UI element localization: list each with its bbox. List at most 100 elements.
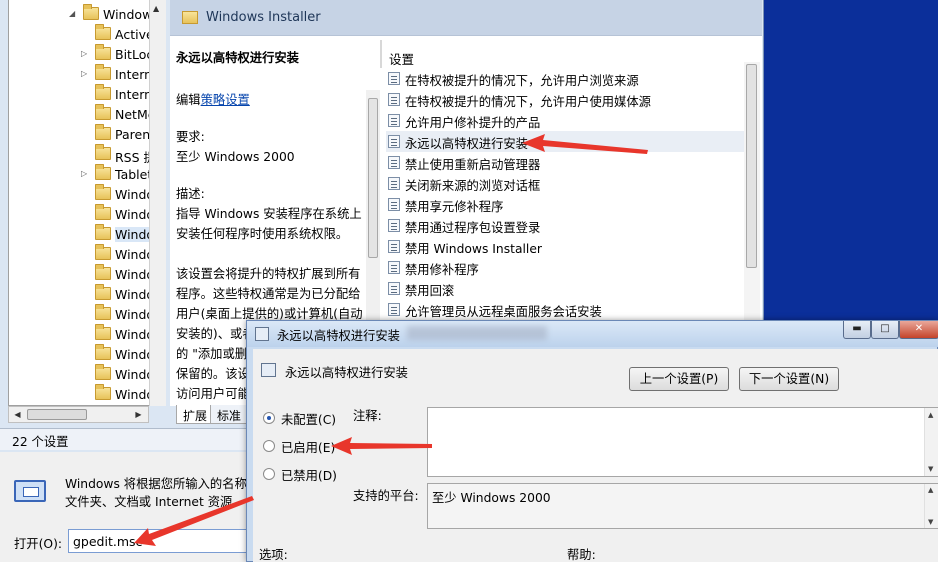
folder-icon <box>95 144 111 160</box>
open-input[interactable]: gpedit.msc <box>68 529 268 553</box>
policy-setting-icon <box>388 114 400 127</box>
next-setting-button[interactable]: 下一个设置(N) <box>739 367 839 391</box>
scroll-thumb[interactable] <box>746 64 757 268</box>
tree-item[interactable]: RSS 提要 <box>9 144 165 165</box>
scroll-up-icon[interactable]: ▲ <box>928 486 933 494</box>
tree-item[interactable]: Windows <box>9 284 165 304</box>
policy-setting-row[interactable]: 允许管理员从远程桌面服务会话安装 <box>386 299 746 320</box>
dialog-titlebar[interactable]: 永远以高特权进行安装 ▬ □ ✕ <box>247 321 938 347</box>
tree-item[interactable]: Parental <box>9 124 165 144</box>
tab-standard[interactable]: 标准 <box>210 405 249 424</box>
tree-item[interactable]: Windows <box>9 264 165 284</box>
open-label: 打开(O): <box>14 537 63 551</box>
run-description-line-1: Windows 将根据您所输入的名称 <box>65 477 247 491</box>
radio-enabled[interactable]: 已启用(E) <box>263 437 383 455</box>
policy-setting-row[interactable]: 禁用通过程序包设置登录 <box>386 215 746 236</box>
tree-item[interactable]: ◢ Windows <box>9 4 165 24</box>
policy-setting-row[interactable]: 禁用享元修补程序 <box>386 194 746 215</box>
policy-tree[interactable]: ◢WindowsActiveX▷BitLocker▷InternetIntern… <box>8 0 166 406</box>
collapse-icon[interactable]: ◢ <box>69 9 78 18</box>
policy-setting-row[interactable]: 在特权被提升的情况下，允许用户使用媒体源 <box>386 89 746 110</box>
tree-item[interactable]: Windows <box>9 324 165 344</box>
tree-item[interactable]: ▷BitLocker <box>9 44 165 64</box>
expand-icon[interactable]: ▷ <box>81 169 90 178</box>
tree-vertical-scrollbar[interactable]: ▲ <box>149 0 166 406</box>
comment-scrollbar[interactable]: ▲ ▼ <box>924 408 938 476</box>
folder-icon <box>95 204 111 220</box>
expand-icon[interactable]: ▷ <box>81 69 90 78</box>
scroll-down-icon[interactable]: ▼ <box>928 465 933 473</box>
policy-setting-row[interactable]: 禁用修补程序 <box>386 257 746 278</box>
tree-item[interactable]: Windows <box>9 384 165 404</box>
dialog-window-title: 永远以高特权进行安装 <box>277 329 400 343</box>
tree-item[interactable]: Windows <box>9 364 165 384</box>
folder-icon <box>95 84 111 100</box>
policy-setting-icon <box>388 177 400 190</box>
tree-item[interactable]: Windows <box>9 344 165 364</box>
scroll-thumb[interactable] <box>368 98 378 258</box>
folder-icon <box>182 11 198 24</box>
description-line: 访问用户可能 <box>176 387 250 401</box>
folder-icon <box>95 304 111 320</box>
scroll-up-icon[interactable]: ▲ <box>153 4 159 13</box>
close-button[interactable]: ✕ <box>899 321 938 339</box>
folder-icon <box>95 384 111 400</box>
policy-setting-row[interactable]: 关闭新来源的浏览对话框 <box>386 173 746 194</box>
scroll-right-icon[interactable]: ▶ <box>131 408 146 421</box>
tree-item[interactable]: Windows <box>9 224 165 244</box>
policy-setting-dialog: 永远以高特权进行安装 ▬ □ ✕ 永远以高特权进行安装 上一个设置(P) 下一个… <box>246 320 938 562</box>
tree-item[interactable]: Windows <box>9 304 165 324</box>
maximize-button[interactable]: □ <box>871 321 899 339</box>
tree-horizontal-scrollbar[interactable]: ◀ ▶ <box>8 406 149 423</box>
policy-setting-row[interactable]: 永远以高特权进行安装 <box>386 131 746 152</box>
expand-icon[interactable]: ▷ <box>81 49 90 58</box>
policy-setting-icon <box>388 198 400 211</box>
folder-icon <box>95 164 111 180</box>
tab-extended[interactable]: 扩展 <box>176 405 215 424</box>
policy-setting-row[interactable]: 禁止使用重新启动管理器 <box>386 152 746 173</box>
policy-setting-icon <box>388 261 400 274</box>
policy-setting-icon <box>388 72 400 85</box>
folder-icon <box>95 44 111 60</box>
radio-indicator[interactable] <box>263 412 275 424</box>
requirements-label: 要求: <box>176 130 205 144</box>
folder-icon <box>95 284 111 300</box>
radio-indicator[interactable] <box>263 468 275 480</box>
folder-icon <box>95 244 111 260</box>
scroll-down-icon[interactable]: ▼ <box>928 518 933 526</box>
previous-setting-button[interactable]: 上一个设置(P) <box>629 367 729 391</box>
tree-item[interactable]: ▷ Internet <box>9 64 165 84</box>
policy-setting-row[interactable]: 禁用 Windows Installer <box>386 236 746 257</box>
radio-disabled[interactable]: 已禁用(D) <box>263 465 383 483</box>
description-policy-title: 永远以高特权进行安装 <box>176 51 299 65</box>
tree-item[interactable]: NetMeeting <box>9 104 165 124</box>
policy-setting-icon <box>388 219 400 232</box>
policy-setting-row[interactable]: 允许用户修补提升的产品 <box>386 110 746 131</box>
policy-setting-icon <box>255 327 269 341</box>
run-icon <box>14 480 46 502</box>
column-header-setting[interactable]: 设置 <box>389 49 414 68</box>
radio-indicator[interactable] <box>263 440 275 452</box>
scroll-left-icon[interactable]: ◀ <box>10 408 25 421</box>
policy-setting-row[interactable]: 在特权被提升的情况下，允许用户浏览来源 <box>386 68 746 89</box>
description-label: 描述: <box>176 187 205 201</box>
tree-item[interactable]: Windows <box>9 184 165 204</box>
policy-setting-label: 永远以高特权进行安装 <box>405 137 528 151</box>
folder-icon <box>95 184 111 200</box>
comment-textarea[interactable]: ▲ ▼ <box>427 407 938 477</box>
tree-item[interactable]: ActiveX <box>9 24 165 44</box>
tree-item[interactable]: Windows <box>9 204 165 224</box>
platforms-scrollbar[interactable]: ▲ ▼ <box>924 484 938 528</box>
run-dialog: Windows 将根据您所输入的名称 文件夹、文档或 Internet 资源。 … <box>0 452 268 562</box>
dialog-body: 永远以高特权进行安装 上一个设置(P) 下一个设置(N) 未配置(C) 已启用(E… <box>253 349 938 562</box>
scroll-up-icon[interactable]: ▲ <box>928 411 933 419</box>
edit-policy-line: 编辑策略设置 <box>176 90 250 110</box>
scroll-thumb[interactable] <box>27 409 87 420</box>
tree-item[interactable]: Windows <box>9 244 165 264</box>
minimize-button[interactable]: ▬ <box>843 321 871 339</box>
tree-item[interactable]: Internet <box>9 84 165 104</box>
tree-item[interactable]: ▷Tablet PC <box>9 164 165 184</box>
folder-icon <box>95 104 111 120</box>
policy-setting-row[interactable]: 禁用回滚 <box>386 278 746 299</box>
edit-policy-link[interactable]: 策略设置 <box>201 93 250 107</box>
